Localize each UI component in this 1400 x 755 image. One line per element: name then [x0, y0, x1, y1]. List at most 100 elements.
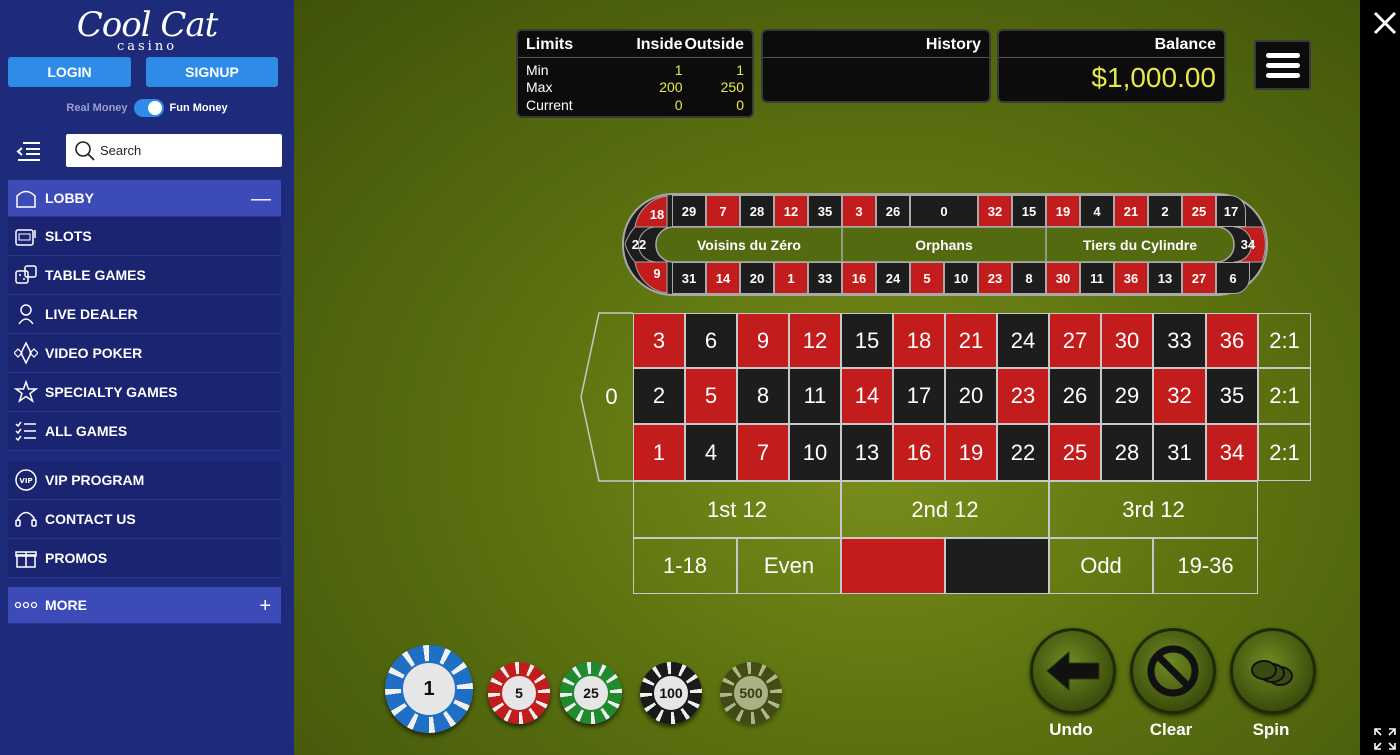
racetrack-number[interactable]: 32: [978, 195, 1012, 227]
number-cell[interactable]: 34: [1206, 424, 1258, 481]
chip-100[interactable]: 100: [640, 662, 702, 724]
racetrack-number[interactable]: 20: [740, 262, 774, 294]
racetrack-number[interactable]: 31: [672, 262, 706, 294]
racetrack-sector[interactable]: Orphans: [842, 227, 1046, 262]
racetrack-number[interactable]: 6: [1216, 262, 1250, 294]
number-cell[interactable]: 7: [737, 424, 789, 481]
number-zero[interactable]: 0: [590, 313, 633, 481]
number-cell[interactable]: 27: [1049, 313, 1101, 368]
racetrack-number[interactable]: 9: [644, 260, 670, 286]
number-cell[interactable]: 24: [997, 313, 1049, 368]
nav-item-more[interactable]: MORE +: [8, 587, 281, 624]
nav-item-vip-program[interactable]: VIP VIP PROGRAM: [8, 461, 281, 500]
game-menu-button[interactable]: [1254, 40, 1311, 90]
black-bet[interactable]: [945, 538, 1049, 594]
racetrack-number[interactable]: 5: [910, 262, 944, 294]
chip-5[interactable]: 5: [488, 662, 550, 724]
racetrack-sector[interactable]: Voisins du Zéro: [656, 227, 842, 262]
racetrack-number[interactable]: 29: [672, 195, 706, 227]
number-cell[interactable]: 32: [1153, 368, 1206, 424]
number-cell[interactable]: 29: [1101, 368, 1153, 424]
racetrack-number[interactable]: 27: [1182, 262, 1216, 294]
number-cell[interactable]: 5: [685, 368, 737, 424]
number-cell[interactable]: 1: [633, 424, 685, 481]
chip-25[interactable]: 25: [560, 662, 622, 724]
number-cell[interactable]: 36: [1206, 313, 1258, 368]
racetrack-number[interactable]: 3: [842, 195, 876, 227]
number-cell[interactable]: 8: [737, 368, 789, 424]
casino-logo[interactable]: Cool Cat casino: [72, 8, 222, 54]
nav-item-live-dealer[interactable]: LIVE DEALER: [8, 295, 281, 334]
undo-button[interactable]: [1030, 628, 1116, 714]
nav-item-specialty-games[interactable]: SPECIALTY GAMES: [8, 373, 281, 412]
number-cell[interactable]: 15: [841, 313, 893, 368]
racetrack-number[interactable]: 24: [876, 262, 910, 294]
number-cell[interactable]: 23: [997, 368, 1049, 424]
number-cell[interactable]: 11: [789, 368, 841, 424]
number-cell[interactable]: 9: [737, 313, 789, 368]
racetrack-number[interactable]: 28: [740, 195, 774, 227]
number-cell[interactable]: 25: [1049, 424, 1101, 481]
number-cell[interactable]: 22: [997, 424, 1049, 481]
money-mode-toggle[interactable]: [133, 99, 164, 117]
nav-item-contact-us[interactable]: CONTACT US: [8, 500, 281, 539]
number-cell[interactable]: 35: [1206, 368, 1258, 424]
search-box[interactable]: [66, 134, 282, 167]
signup-button[interactable]: SIGNUP: [146, 57, 278, 87]
racetrack-number[interactable]: 17: [1216, 195, 1246, 227]
login-button[interactable]: LOGIN: [8, 57, 131, 87]
racetrack-number[interactable]: 8: [1012, 262, 1046, 294]
number-cell[interactable]: 30: [1101, 313, 1153, 368]
number-cell[interactable]: 31: [1153, 424, 1206, 481]
dozen-bet[interactable]: 2nd 12: [841, 481, 1049, 538]
chip-500[interactable]: 500: [720, 662, 782, 724]
close-icon[interactable]: [1372, 10, 1398, 36]
racetrack-number[interactable]: 16: [842, 262, 876, 294]
number-cell[interactable]: 18: [893, 313, 945, 368]
chip-1[interactable]: 1: [385, 645, 473, 733]
number-cell[interactable]: 19: [945, 424, 997, 481]
number-cell[interactable]: 3: [633, 313, 685, 368]
number-cell[interactable]: 2: [633, 368, 685, 424]
racetrack-number[interactable]: 36: [1114, 262, 1148, 294]
even-bet[interactable]: Even: [737, 538, 841, 594]
dozen-bet[interactable]: 3rd 12: [1049, 481, 1258, 538]
number-cell[interactable]: 13: [841, 424, 893, 481]
racetrack-number[interactable]: 14: [706, 262, 740, 294]
nav-item-table-games[interactable]: TABLE GAMES: [8, 256, 281, 295]
racetrack-number[interactable]: 19: [1046, 195, 1080, 227]
low-bet[interactable]: 1-18: [633, 538, 737, 594]
nav-item-lobby[interactable]: LOBBY —: [8, 180, 281, 217]
racetrack-number[interactable]: 1: [774, 262, 808, 294]
number-cell[interactable]: 16: [893, 424, 945, 481]
nav-item-promos[interactable]: PROMOS: [8, 539, 281, 578]
racetrack-number[interactable]: 2: [1148, 195, 1182, 227]
number-cell[interactable]: 14: [841, 368, 893, 424]
racetrack-number[interactable]: 10: [944, 262, 978, 294]
nav-item-slots[interactable]: SLOTS: [8, 217, 281, 256]
column-bet[interactable]: 2:1: [1258, 368, 1311, 424]
racetrack-sector[interactable]: Tiers du Cylindre: [1046, 227, 1234, 262]
racetrack-number[interactable]: 23: [978, 262, 1012, 294]
spin-button[interactable]: [1230, 628, 1316, 714]
clear-button[interactable]: [1130, 628, 1216, 714]
racetrack-number[interactable]: 12: [774, 195, 808, 227]
racetrack-number[interactable]: 0: [910, 195, 978, 227]
red-bet[interactable]: [841, 538, 945, 594]
collapse-menu-icon[interactable]: [16, 140, 42, 162]
collapse-minus-icon[interactable]: —: [251, 188, 271, 211]
racetrack-number[interactable]: 25: [1182, 195, 1216, 227]
number-cell[interactable]: 20: [945, 368, 997, 424]
odd-bet[interactable]: Odd: [1049, 538, 1153, 594]
racetrack-number[interactable]: 30: [1046, 262, 1080, 294]
nav-item-video-poker[interactable]: VIDEO POKER: [8, 334, 281, 373]
number-cell[interactable]: 10: [789, 424, 841, 481]
number-cell[interactable]: 4: [685, 424, 737, 481]
nav-item-all-games[interactable]: ALL GAMES: [8, 412, 281, 451]
racetrack-number[interactable]: 15: [1012, 195, 1046, 227]
racetrack-number[interactable]: 35: [808, 195, 842, 227]
racetrack-number[interactable]: 34: [1234, 231, 1262, 257]
expand-plus-icon[interactable]: +: [259, 595, 271, 618]
racetrack-number[interactable]: 21: [1114, 195, 1148, 227]
racetrack-number[interactable]: 13: [1148, 262, 1182, 294]
